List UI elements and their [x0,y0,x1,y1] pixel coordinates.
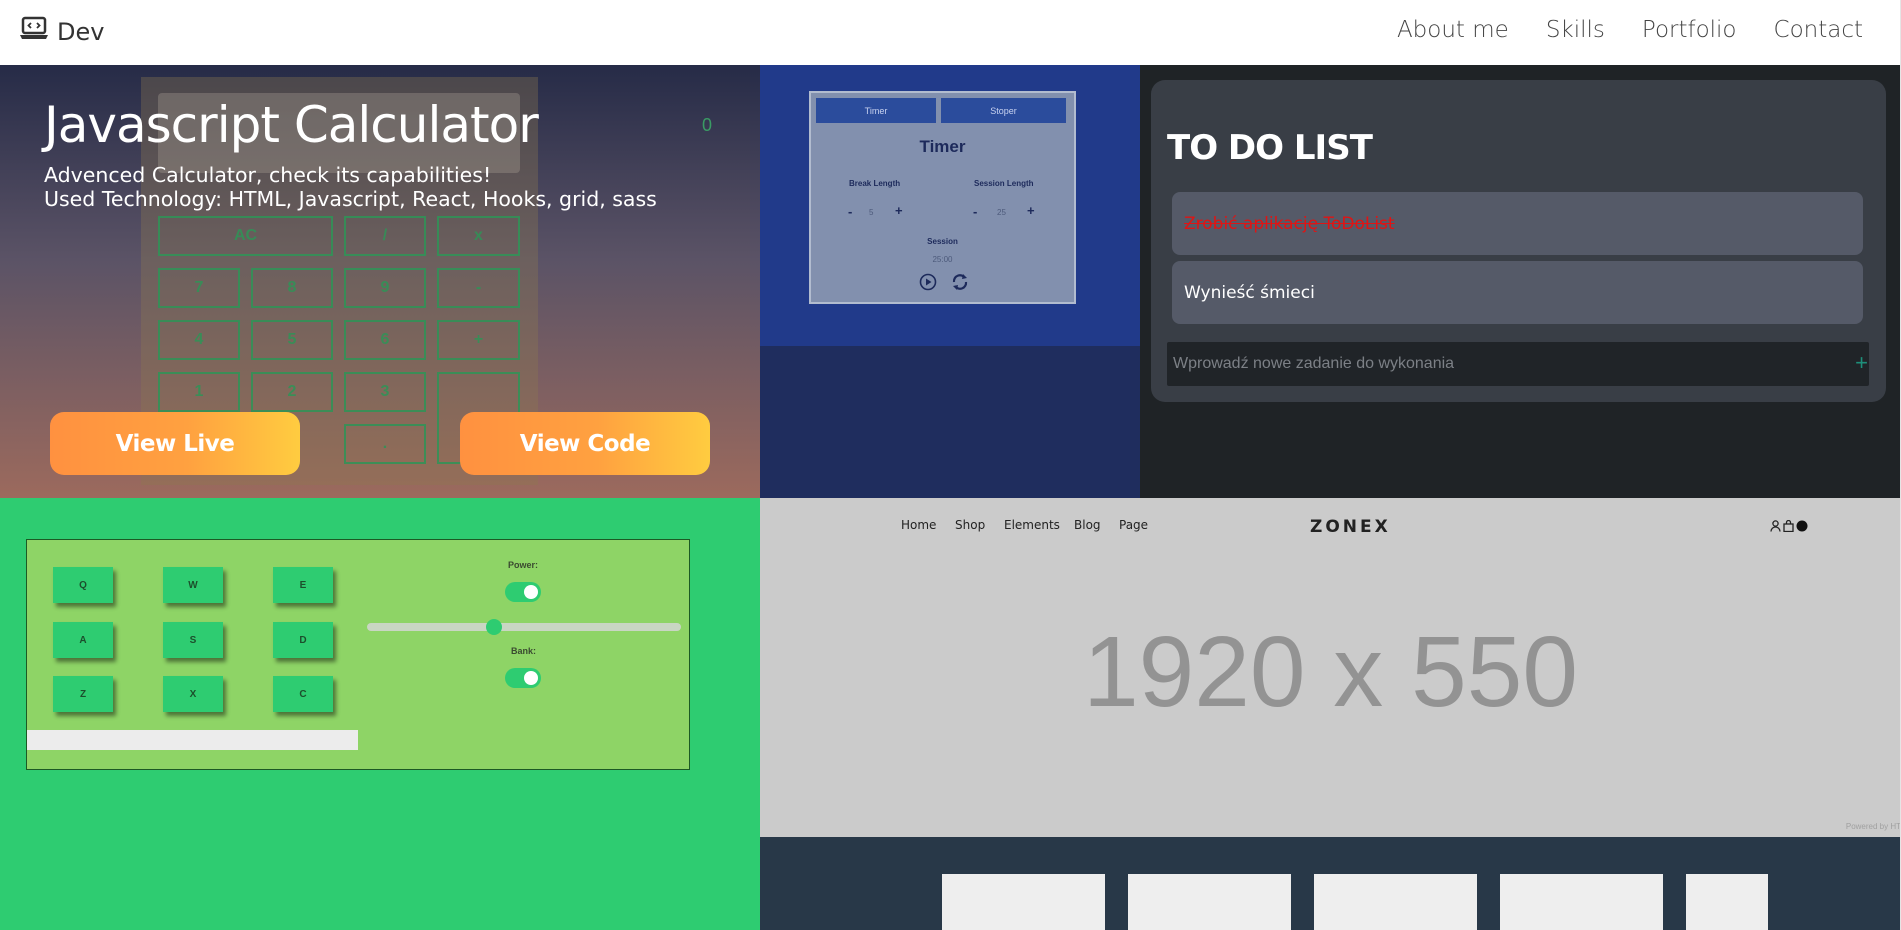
todo-item-done: Zrobić aplikację ToDoList [1172,192,1863,255]
project-description-line: Advenced Calculator, check its capabilit… [44,163,492,187]
nav-link-contact[interactable]: Contact [1774,17,1863,43]
refresh-icon [950,273,970,296]
calc-key: 2 [251,372,333,412]
calc-key: 6 [344,320,426,360]
timer-tab: Timer [816,98,936,123]
drum-pad: D [273,622,333,658]
session-length-label: Session Length [974,179,1034,188]
brand-label: Dev [57,18,105,46]
drum-pad: W [163,567,223,603]
drum-pad: S [163,622,223,658]
calc-key: 1 [158,372,240,412]
break-decrement: - [848,204,853,219]
nav-link-portfolio[interactable]: Portfolio [1642,17,1737,43]
calc-key: 5 [251,320,333,360]
play-circle-icon [919,273,937,296]
zonex-logo: ZONEX [1310,517,1391,537]
session-value: 25 [997,208,1006,217]
drum-pad: A [53,622,113,658]
drum-pad: Z [53,676,113,712]
plus-icon: + [1855,350,1868,375]
drum-machine-preview: Q W E A S D Z X C Power: Bank: [26,539,690,770]
calc-key: x [437,216,520,256]
zonex-hero-placeholder: 1920 x 550 [1083,616,1578,728]
view-code-button[interactable]: View Code [460,412,710,475]
timer-preview: Timer Stoper Timer Break Length Session … [809,91,1076,304]
zonex-product-card [942,874,1105,930]
cart-count-icon [1796,519,1808,537]
power-toggle [505,582,541,602]
project-tile-drum-machine[interactable]: Q W E A S D Z X C Power: Bank: [0,498,760,930]
drum-pad: Q [53,567,113,603]
volume-slider-thumb [486,619,502,635]
project-tile-calculator: 0 AC / x 7 8 9 - 4 5 6 + 1 2 3 . Javascr… [0,65,760,498]
break-value: 5 [869,208,874,217]
todo-item: Wynieść śmieci [1172,261,1863,324]
zonex-product-card [1686,874,1768,930]
session-increment: + [1027,203,1035,218]
calc-key: 9 [344,268,426,308]
power-label: Power: [508,560,539,570]
project-tile-timer[interactable]: Timer Stoper Timer Break Length Session … [760,65,1140,498]
view-live-button[interactable]: View Live [50,412,300,475]
calc-key: 8 [251,268,333,308]
zonex-nav-home: Home [901,518,937,532]
break-increment: + [895,203,903,218]
todo-title: TO DO LIST [1167,128,1373,168]
session-title: Session [927,237,958,246]
zonex-icons [1770,519,1808,537]
zonex-product-card [1314,874,1477,930]
project-title: Javascript Calculator [44,96,539,154]
bank-label: Bank: [511,646,537,656]
project-tile-todo[interactable]: TO DO LIST Zrobić aplikację ToDoList Wyn… [1140,65,1901,498]
nav-link-about[interactable]: About me [1397,17,1509,43]
laptop-code-icon [19,16,49,48]
drum-pad: E [273,567,333,603]
zonex-product-card [1128,874,1291,930]
nav-links: About me Skills Portfolio Contact [1397,17,1863,43]
calc-key: + [437,320,520,360]
calculator-display-value: 0 [701,115,712,135]
bag-icon [1783,519,1794,537]
user-icon [1770,519,1781,537]
bank-toggle [505,668,541,688]
calc-key: . [344,424,426,464]
calc-key: 4 [158,320,240,360]
zonex-nav-page: Page [1119,518,1149,532]
timer-time: 25:00 [932,255,953,264]
zonex-hero: Home Shop Elements Blog Page ZONEX 1920 … [760,498,1901,837]
zonex-nav-shop: Shop [955,518,986,532]
brand[interactable]: Dev [19,16,104,48]
break-label: Break Length [849,179,901,188]
calc-key: / [344,216,426,256]
todo-input: Wprowadź nowe zadanie do wykonania [1167,342,1869,386]
timer-title: Timer [919,137,966,156]
nav-link-skills[interactable]: Skills [1546,17,1605,43]
drum-pad: C [273,676,333,712]
zonex-powered-by: Powered by HT [1845,822,1901,831]
volume-slider [367,619,681,635]
project-tile-zonex[interactable]: Home Shop Elements Blog Page ZONEX 1920 … [760,498,1901,930]
zonex-nav-blog: Blog [1074,518,1101,532]
zonex-nav-elements: Elements [1004,518,1060,532]
drum-pad: X [163,676,223,712]
calc-key: AC [158,216,333,256]
project-description: Advenced Calculator, check its capabilit… [44,163,657,211]
zonex-product-card [1500,874,1663,930]
stoper-tab: Stoper [941,98,1066,123]
calc-key: 7 [158,268,240,308]
project-tech-line: Used Technology: HTML, Javascript, React… [44,187,657,211]
calc-key: 3 [344,372,426,412]
todo-preview: TO DO LIST Zrobić aplikację ToDoList Wyn… [1151,80,1886,402]
session-decrement: - [973,204,978,219]
drum-display [27,730,358,750]
calc-key: - [437,268,520,308]
navbar: Dev About me Skills Portfolio Contact [0,0,1901,65]
